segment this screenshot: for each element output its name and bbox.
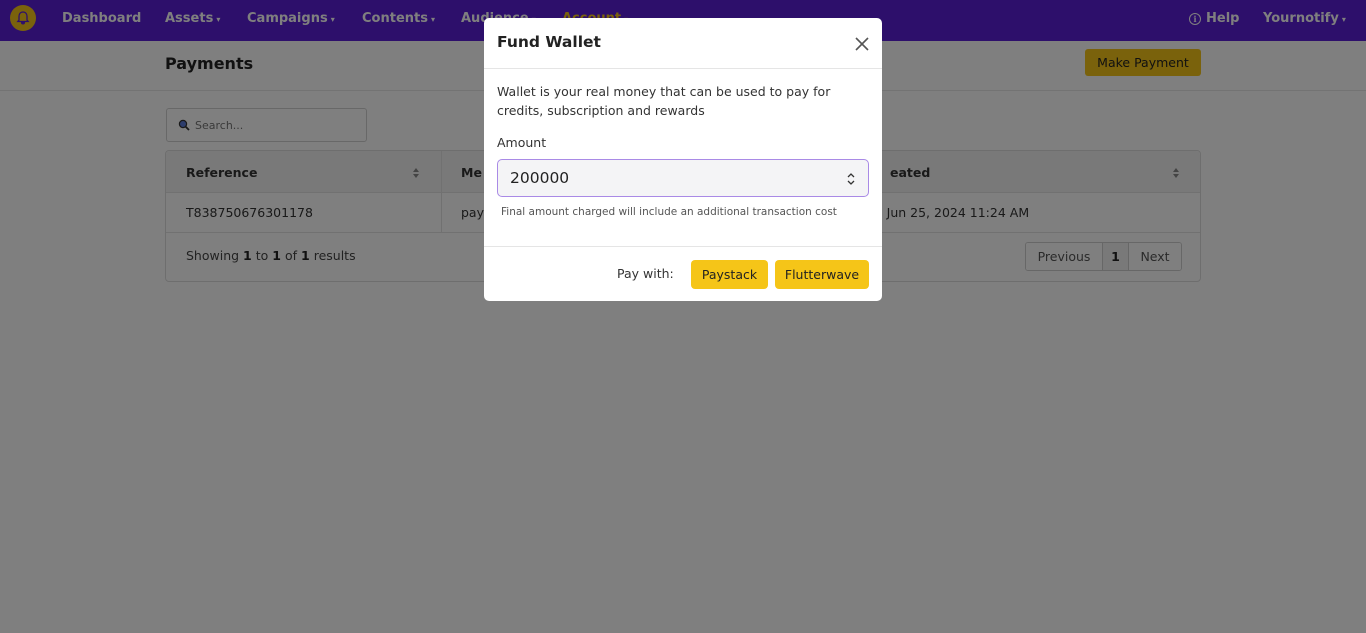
paystack-button[interactable]: Paystack [691,260,768,289]
amount-input[interactable] [510,169,710,187]
amount-label: Amount [497,135,547,150]
modal-footer: Pay with: Paystack Flutterwave [484,246,882,301]
flutterwave-button[interactable]: Flutterwave [775,260,869,289]
fund-wallet-modal: Fund Wallet Wallet is your real money th… [484,18,882,301]
modal-header: Fund Wallet [484,18,882,69]
amount-helper-text: Final amount charged will include an add… [501,206,837,218]
number-stepper-icon[interactable] [846,169,856,189]
close-icon[interactable] [852,34,872,54]
modal-title: Fund Wallet [497,33,601,51]
modal-description: Wallet is your real money that can be us… [497,84,831,118]
pay-with-label: Pay with: [617,266,674,281]
amount-field[interactable] [497,159,869,197]
